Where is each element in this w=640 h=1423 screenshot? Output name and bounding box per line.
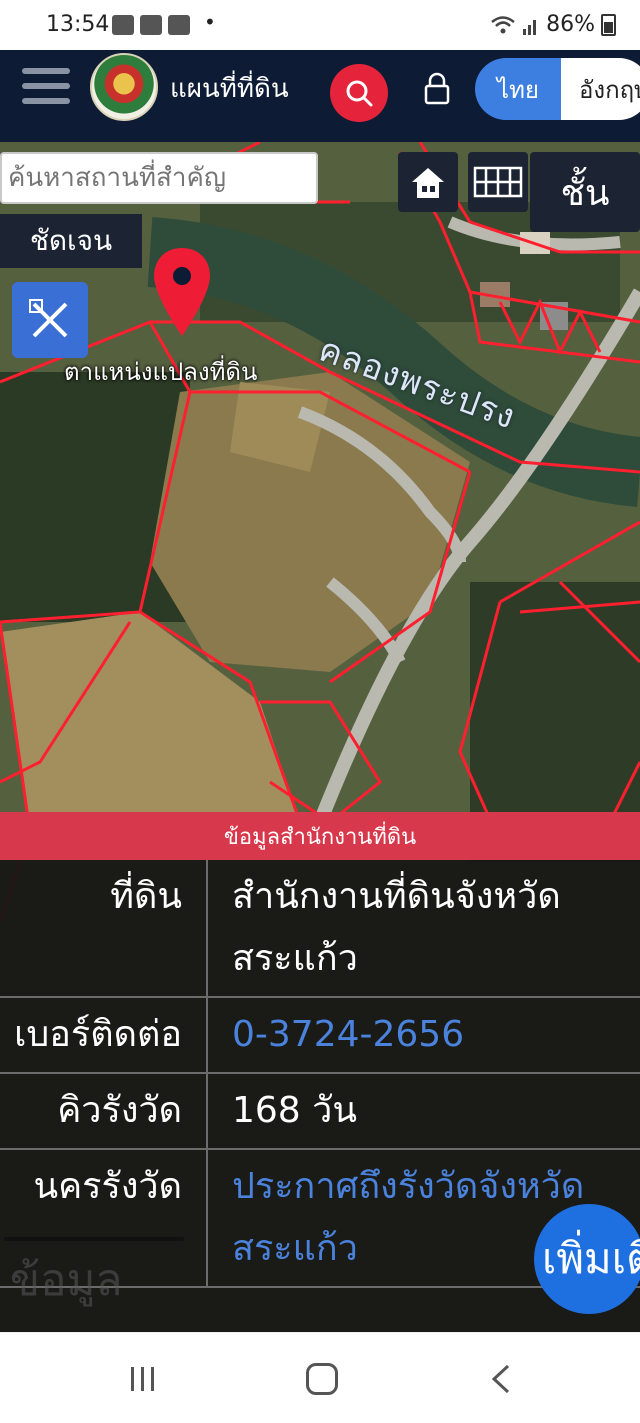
clear-button[interactable]: ชัดเจน (0, 214, 142, 268)
app-title: แผนที่ที่ดิน (170, 74, 289, 104)
info-panel-header: ข้อมูลสำนักงานที่ดิน (0, 812, 640, 860)
notification-icon (168, 15, 190, 35)
lock-icon[interactable] (422, 72, 452, 106)
battery-icon (601, 13, 616, 36)
ruler-pencil-icon (29, 299, 68, 338)
grid-toggle-button[interactable] (468, 152, 528, 212)
signal-icon (523, 19, 537, 35)
row-value: 168 วัน (232, 1090, 357, 1131)
home-button[interactable] (398, 152, 458, 212)
recent-apps-icon[interactable] (128, 1366, 158, 1392)
home-icon (412, 168, 444, 198)
layer-button[interactable]: ชั้น (530, 152, 640, 232)
location-pin-icon[interactable] (150, 246, 214, 338)
map-view[interactable]: ชัดเจน ชั้น ตาแหน่งแปลงที่ดิน คลองพระปรง (0, 142, 640, 1332)
phone-link[interactable]: 0-3724-2656 (208, 998, 640, 1072)
pin-label: ตาแหน่งแปลงที่ดิน (64, 358, 258, 386)
table-row: คิวรังวัด 168 วัน (0, 1074, 640, 1150)
grid-icon (473, 166, 523, 198)
back-nav-icon[interactable] (488, 1363, 512, 1395)
more-button[interactable]: เพิ่มเติม (534, 1204, 640, 1314)
status-right: 86% (490, 12, 616, 37)
notification-icon (140, 15, 162, 35)
menu-icon[interactable] (22, 68, 70, 106)
wifi-icon (491, 15, 515, 33)
status-dot: • (204, 10, 216, 34)
search-button[interactable] (330, 64, 388, 122)
battery-percent: 86% (546, 12, 595, 37)
table-row: เบอร์ติดต่อ 0-3724-2656 (0, 998, 640, 1074)
table-row: ที่ดิน สำนักงานที่ดินจังหวัดสระแก้ว (0, 860, 640, 998)
lang-english-button[interactable]: อังกฤษ (560, 58, 640, 120)
row-key: เบอร์ติดต่อ (0, 998, 208, 1072)
row-value: สำนักงานที่ดินจังหวัดสระแก้ว (232, 876, 561, 979)
ghost-info-label: ข้อมูล (10, 1255, 123, 1306)
department-seal-logo (90, 53, 158, 121)
search-icon (346, 80, 373, 107)
language-switch: ไทย อังกฤษ (475, 58, 640, 120)
app-header: แผนที่ที่ดิน ไทย อังกฤษ (0, 50, 640, 142)
system-nav-bar (0, 1332, 640, 1423)
back-arrow-line (4, 1237, 184, 1241)
notification-icon (112, 15, 134, 35)
status-bar: 13:54 • 86% (0, 0, 640, 50)
measure-tool-button[interactable] (12, 282, 88, 358)
place-search-input[interactable] (0, 152, 318, 204)
row-key: คิวรังวัด (0, 1074, 208, 1148)
lang-thai-button[interactable]: ไทย (475, 58, 561, 120)
home-nav-icon[interactable] (306, 1363, 338, 1395)
status-time: 13:54 (46, 12, 110, 37)
row-key: ที่ดิน (0, 860, 208, 996)
ghost-info-button[interactable]: ข้อมูล (0, 1227, 184, 1327)
